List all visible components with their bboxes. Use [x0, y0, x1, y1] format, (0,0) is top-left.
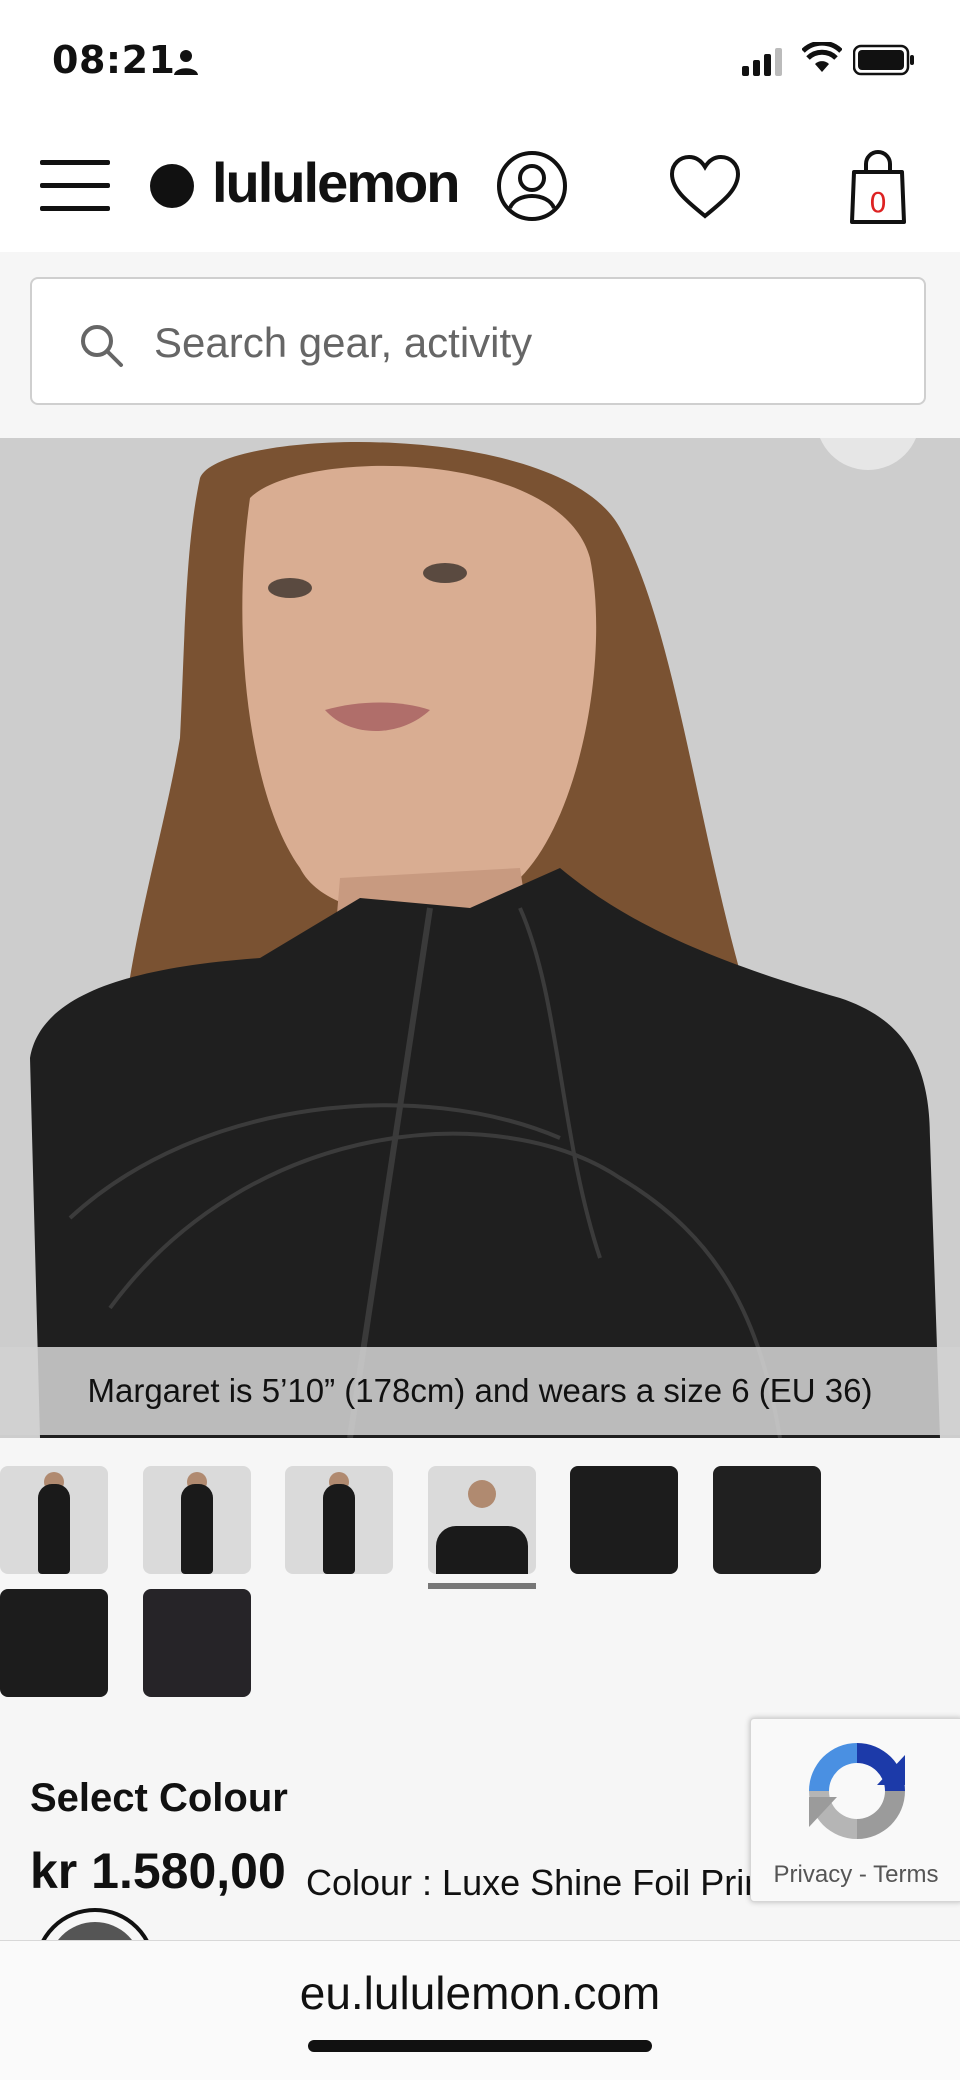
browser-url[interactable]: eu.lululemon.com: [0, 1966, 960, 2020]
battery-icon: [853, 44, 914, 76]
thumbnail-7[interactable]: [0, 1589, 108, 1697]
recaptcha-privacy-link[interactable]: Privacy: [774, 1861, 853, 1888]
wishlist-heart-icon[interactable]: [668, 154, 742, 220]
thumbnail-2[interactable]: [143, 1466, 251, 1574]
home-indicator[interactable]: [308, 2040, 652, 2052]
site-header: [0, 120, 960, 252]
recaptcha-icon: [809, 1743, 905, 1839]
product-hero-image[interactable]: [0, 438, 960, 1438]
thumbnail-3[interactable]: [285, 1466, 393, 1574]
wifi-icon: [802, 42, 842, 72]
person-icon: [174, 50, 198, 75]
recaptcha-badge[interactable]: Privacy - Terms: [750, 1718, 960, 1902]
cellular-signal-icon: [742, 48, 782, 76]
model-photo: [0, 438, 960, 1438]
account-icon[interactable]: [496, 150, 568, 222]
select-colour-heading: Select Colour: [30, 1776, 288, 1820]
brand-logo-text[interactable]: lululemon: [212, 150, 460, 215]
thumbnail-6[interactable]: [713, 1466, 821, 1574]
search-icon: [81, 325, 123, 367]
menu-icon[interactable]: [40, 160, 110, 212]
thumbnail-1[interactable]: [0, 1466, 108, 1574]
lululemon-logo-icon[interactable]: [150, 164, 194, 208]
recaptcha-terms-link[interactable]: Terms: [873, 1861, 938, 1888]
thumbnail-4[interactable]: [428, 1466, 536, 1574]
colour-name-label: Colour : Luxe Shine Foil Print: [306, 1862, 752, 1903]
status-time: 08:21: [52, 38, 176, 82]
cart-count-badge: 0: [869, 186, 887, 219]
product-price: kr 1.580,00: [30, 1843, 286, 1899]
search-input[interactable]: [152, 312, 876, 374]
recaptcha-links: Privacy - Terms: [751, 1861, 960, 1889]
recaptcha-separator: -: [858, 1861, 867, 1888]
thumbnail-8[interactable]: [143, 1589, 251, 1697]
model-size-caption: Margaret is 5’10” (178cm) and wears a si…: [0, 1347, 960, 1435]
thumbnail-5[interactable]: [570, 1466, 678, 1574]
selected-thumbnail-indicator: [428, 1583, 536, 1589]
